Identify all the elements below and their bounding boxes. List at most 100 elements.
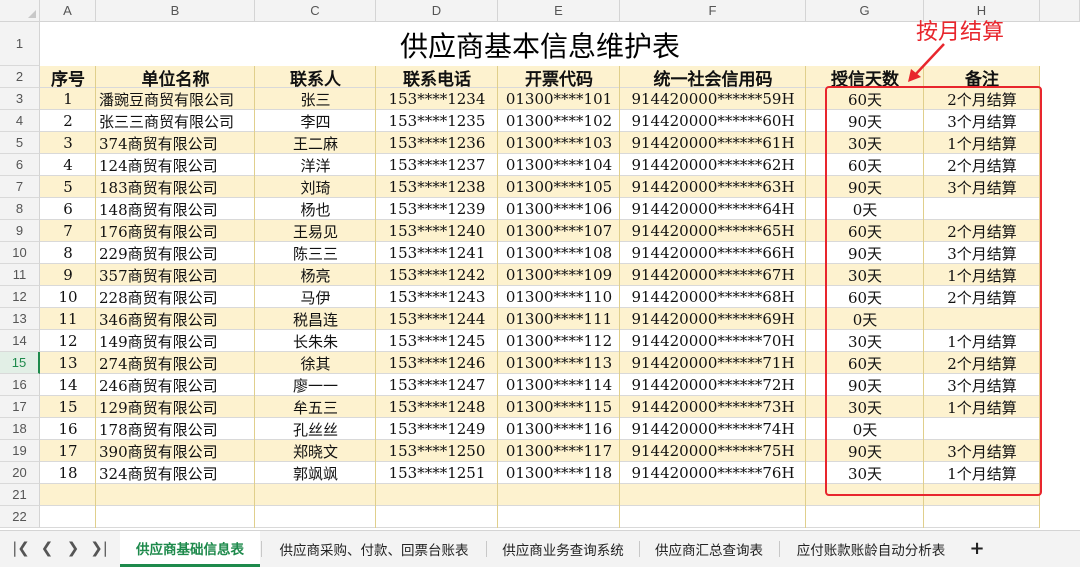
company-name-cell[interactable]: 357商贸有限公司 (96, 264, 255, 286)
invoice-code-cell[interactable]: 01300****103 (498, 132, 620, 154)
phone-cell[interactable]: 153****1238 (376, 176, 498, 198)
contact-cell[interactable]: 杨也 (255, 198, 376, 220)
seq-cell[interactable]: 15 (40, 396, 96, 418)
invoice-code-cell[interactable]: 01300****116 (498, 418, 620, 440)
phone-cell[interactable]: 153****1250 (376, 440, 498, 462)
phone-cell[interactable]: 153****1248 (376, 396, 498, 418)
seq-cell[interactable]: 8 (40, 242, 96, 264)
invoice-code-cell[interactable]: 01300****107 (498, 220, 620, 242)
add-sheet-button[interactable]: + (966, 537, 988, 559)
select-all-corner[interactable] (0, 0, 40, 22)
invoice-code-cell[interactable]: 01300****104 (498, 154, 620, 176)
seq-cell[interactable]: 10 (40, 286, 96, 308)
header-cell[interactable]: 备注 (924, 66, 1040, 89)
row-header-21[interactable]: 21 (0, 484, 40, 506)
header-cell[interactable]: 序号 (40, 66, 96, 89)
company-name-cell[interactable]: 潘豌豆商贸有限公司 (96, 88, 255, 110)
credit-code-cell[interactable]: 914420000******65H (620, 220, 806, 242)
sheet-tab[interactable]: 供应商基础信息表 (120, 531, 260, 567)
phone-cell[interactable]: 153****1241 (376, 242, 498, 264)
invoice-code-cell[interactable]: 01300****115 (498, 396, 620, 418)
company-name-cell[interactable]: 176商贸有限公司 (96, 220, 255, 242)
credit-code-cell[interactable]: 914420000******67H (620, 264, 806, 286)
column-header-b[interactable]: B (96, 0, 255, 22)
contact-cell[interactable]: 郭飒飒 (255, 462, 376, 484)
seq-cell[interactable]: 6 (40, 198, 96, 220)
column-header-extra[interactable] (1040, 0, 1080, 22)
credit-code-cell[interactable]: 914420000******73H (620, 396, 806, 418)
credit-code-cell[interactable]: 914420000******68H (620, 286, 806, 308)
contact-cell[interactable]: 牟五三 (255, 396, 376, 418)
credit-code-cell[interactable]: 914420000******59H (620, 88, 806, 110)
column-header-e[interactable]: E (498, 0, 620, 22)
credit-code-cell[interactable]: 914420000******61H (620, 132, 806, 154)
invoice-code-cell[interactable]: 01300****105 (498, 176, 620, 198)
header-cell[interactable]: 联系电话 (376, 66, 498, 89)
column-header-a[interactable]: A (40, 0, 96, 22)
contact-cell[interactable]: 税昌连 (255, 308, 376, 330)
contact-cell[interactable]: 王易见 (255, 220, 376, 242)
header-cell[interactable]: 单位名称 (96, 66, 255, 89)
row-header-4[interactable]: 4 (0, 110, 40, 132)
contact-cell[interactable]: 杨亮 (255, 264, 376, 286)
row-header-10[interactable]: 10 (0, 242, 40, 264)
row-header-2[interactable]: 2 (0, 66, 40, 88)
company-name-cell[interactable]: 229商贸有限公司 (96, 242, 255, 264)
phone-cell[interactable]: 153****1242 (376, 264, 498, 286)
row-header-5[interactable]: 5 (0, 132, 40, 154)
credit-code-cell[interactable]: 914420000******62H (620, 154, 806, 176)
company-name-cell[interactable]: 张三三商贸有限公司 (96, 110, 255, 132)
seq-cell[interactable]: 17 (40, 440, 96, 462)
credit-code-cell[interactable]: 914420000******66H (620, 242, 806, 264)
phone-cell[interactable]: 153****1239 (376, 198, 498, 220)
column-header-f[interactable]: F (620, 0, 806, 22)
contact-cell[interactable]: 孔丝丝 (255, 418, 376, 440)
invoice-code-cell[interactable]: 01300****102 (498, 110, 620, 132)
phone-cell[interactable]: 153****1251 (376, 462, 498, 484)
row-header-3[interactable]: 3 (0, 88, 40, 110)
row-header-12[interactable]: 12 (0, 286, 40, 308)
row-header-18[interactable]: 18 (0, 418, 40, 440)
contact-cell[interactable]: 郑晓文 (255, 440, 376, 462)
row-header-8[interactable]: 8 (0, 198, 40, 220)
row-header-7[interactable]: 7 (0, 176, 40, 198)
prev-sheet-icon[interactable]: ❮ (36, 537, 58, 559)
header-cell[interactable]: 统一社会信用码 (620, 66, 806, 89)
row-header-9[interactable]: 9 (0, 220, 40, 242)
invoice-code-cell[interactable]: 01300****114 (498, 374, 620, 396)
row-header-15[interactable]: 15 (0, 352, 40, 374)
credit-code-cell[interactable]: 914420000******71H (620, 352, 806, 374)
phone-cell[interactable]: 153****1235 (376, 110, 498, 132)
seq-cell[interactable]: 14 (40, 374, 96, 396)
company-name-cell[interactable]: 148商贸有限公司 (96, 198, 255, 220)
contact-cell[interactable]: 长朱朱 (255, 330, 376, 352)
sheet-tab[interactable]: 供应商业务查询系统 (487, 531, 639, 567)
contact-cell[interactable]: 廖一一 (255, 374, 376, 396)
credit-code-cell[interactable]: 914420000******60H (620, 110, 806, 132)
contact-cell[interactable]: 徐其 (255, 352, 376, 374)
row-header-16[interactable]: 16 (0, 374, 40, 396)
contact-cell[interactable]: 刘琦 (255, 176, 376, 198)
phone-cell[interactable]: 153****1243 (376, 286, 498, 308)
invoice-code-cell[interactable]: 01300****106 (498, 198, 620, 220)
invoice-code-cell[interactable]: 01300****112 (498, 330, 620, 352)
row-header-19[interactable]: 19 (0, 440, 40, 462)
row-header-11[interactable]: 11 (0, 264, 40, 286)
invoice-code-cell[interactable]: 01300****108 (498, 242, 620, 264)
credit-code-cell[interactable]: 914420000******70H (620, 330, 806, 352)
company-name-cell[interactable]: 149商贸有限公司 (96, 330, 255, 352)
invoice-code-cell[interactable]: 01300****113 (498, 352, 620, 374)
column-header-g[interactable]: G (806, 0, 924, 22)
company-name-cell[interactable]: 246商贸有限公司 (96, 374, 255, 396)
seq-cell[interactable]: 9 (40, 264, 96, 286)
credit-code-cell[interactable]: 914420000******76H (620, 462, 806, 484)
seq-cell[interactable]: 18 (40, 462, 96, 484)
sheet-title[interactable]: 供应商基本信息维护表 (40, 23, 1040, 66)
header-cell[interactable]: 授信天数 (806, 66, 924, 89)
column-header-d[interactable]: D (376, 0, 498, 22)
company-name-cell[interactable]: 346商贸有限公司 (96, 308, 255, 330)
contact-cell[interactable]: 洋洋 (255, 154, 376, 176)
row-header-20[interactable]: 20 (0, 462, 40, 484)
sheet-tab[interactable]: 应付账款账龄自动分析表 (780, 531, 962, 567)
credit-code-cell[interactable]: 914420000******75H (620, 440, 806, 462)
